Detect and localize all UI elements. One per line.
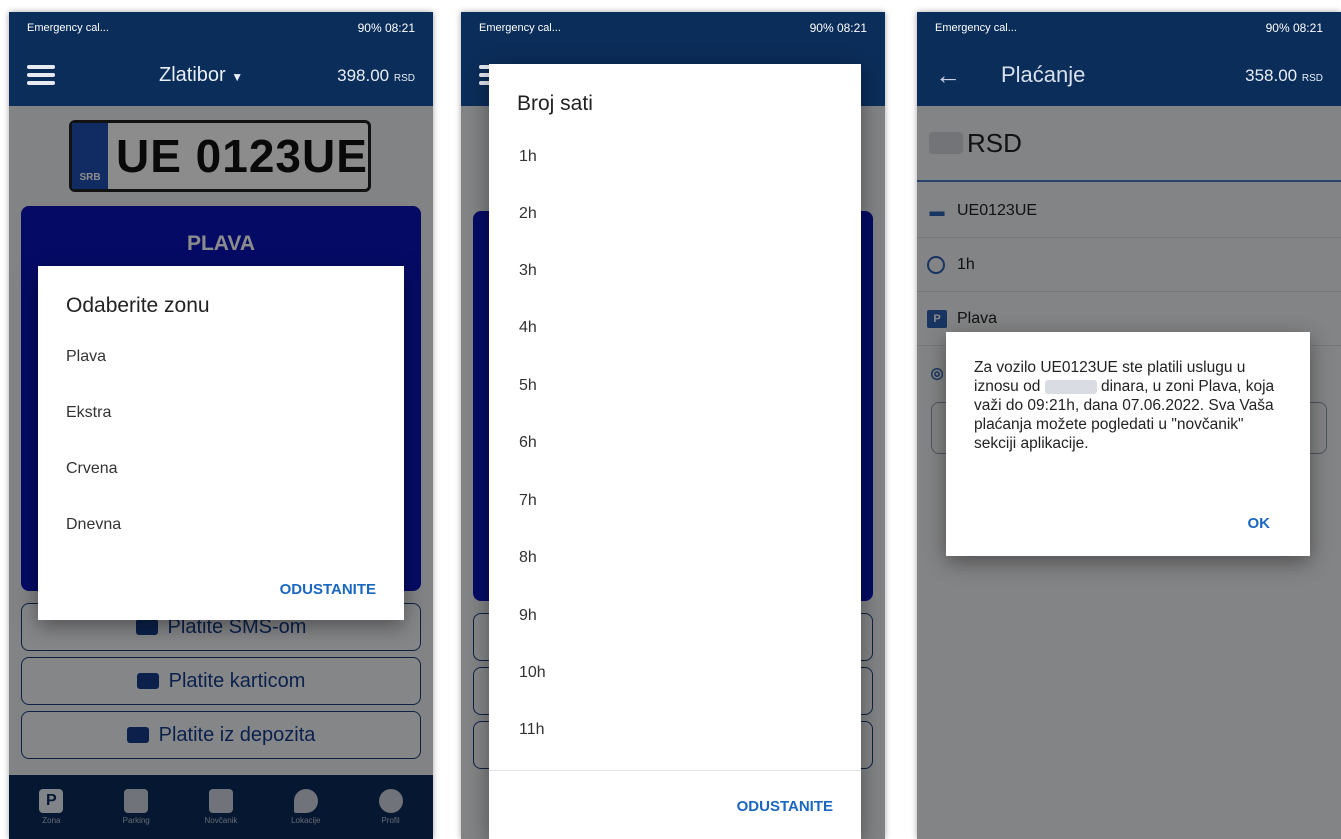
zone-option-crvena[interactable]: Crvena xyxy=(66,460,118,478)
hours-option-1h[interactable]: 1h xyxy=(519,148,537,166)
chevron-down-icon: ▼ xyxy=(231,70,244,84)
status-right: 90% 08:21 xyxy=(1265,21,1323,35)
hours-dialog: Broj sati 1h 2h 3h 4h 5h 6h 7h 8h 9h 10h… xyxy=(489,64,861,839)
dialog-title: Broj sati xyxy=(517,92,593,115)
back-arrow-icon[interactable]: ← xyxy=(935,60,961,91)
dialog-title: Odaberite zonu xyxy=(66,294,210,317)
balance: 358.00 RSD xyxy=(1245,66,1323,86)
balance: 398.00 RSD xyxy=(337,66,415,86)
status-right: 90% 08:21 xyxy=(357,21,415,35)
ok-button[interactable]: OK xyxy=(1248,515,1271,532)
status-bar: Emergency cal... 90% 08:21 xyxy=(917,12,1341,44)
main-screen: RSD ▬ UE0123UE 1h P Plava ◎ Za vozilo UE01… xyxy=(917,106,1341,839)
status-bar: Emergency cal... 90% 08:21 xyxy=(9,12,433,44)
phone-zone-select: Emergency cal... 90% 08:21 Zlatibor ▼ 39… xyxy=(9,12,433,839)
balance-currency: RSD xyxy=(1301,73,1323,84)
status-left: Emergency cal... xyxy=(479,22,561,34)
hours-option-7h[interactable]: 7h xyxy=(519,492,537,510)
hours-option-11h[interactable]: 11h xyxy=(519,721,545,739)
app-bar: ← Plaćanje 358.00 RSD xyxy=(917,44,1341,106)
cancel-button[interactable]: ODUSTANITE xyxy=(280,581,376,598)
city-selector[interactable]: Zlatibor ▼ xyxy=(159,64,243,87)
app-bar: Zlatibor ▼ 398.00 RSD xyxy=(9,44,433,106)
balance-value: 358.00 xyxy=(1245,66,1298,85)
status-right: 90% 08:21 xyxy=(809,21,867,35)
city-label: Zlatibor xyxy=(159,64,226,86)
zone-option-ekstra[interactable]: Ekstra xyxy=(66,404,111,422)
hours-option-4h[interactable]: 4h xyxy=(519,319,537,337)
dialog-message: Za vozilo UE0123UE ste platili uslugu u … xyxy=(974,358,1290,453)
menu-icon[interactable] xyxy=(27,65,55,85)
hours-option-2h[interactable]: 2h xyxy=(519,205,537,223)
zone-option-dnevna[interactable]: Dnevna xyxy=(66,516,121,534)
confirm-dialog: Za vozilo UE0123UE ste platili uslugu u … xyxy=(946,332,1310,556)
hidden-amount xyxy=(1044,379,1097,394)
status-left: Emergency cal... xyxy=(935,22,1017,34)
phone-payment-confirm: Emergency cal... 90% 08:21 ← Plaćanje 35… xyxy=(917,12,1341,839)
hours-option-5h[interactable]: 5h xyxy=(519,377,537,395)
hours-option-10h[interactable]: 10h xyxy=(519,664,546,682)
dialog-divider xyxy=(489,770,861,771)
phone-hours-select: Emergency cal... 90% 08:21 Broj sati 1h … xyxy=(461,12,885,839)
zone-option-plava[interactable]: Plava xyxy=(66,348,106,366)
main-screen: SRB UE 0123UE PLAVA Platite SMS-om Plati… xyxy=(9,106,433,839)
page-title: Plaćanje xyxy=(1001,62,1086,87)
zone-dialog: Odaberite zonu Plava Ekstra Crvena Dnevn… xyxy=(38,266,404,620)
hours-option-3h[interactable]: 3h xyxy=(519,262,537,280)
status-left: Emergency cal... xyxy=(27,22,109,34)
balance-value: 398.00 xyxy=(337,66,390,85)
hours-option-6h[interactable]: 6h xyxy=(519,434,537,452)
cancel-button[interactable]: ODUSTANITE xyxy=(737,798,833,815)
balance-currency: RSD xyxy=(393,73,415,84)
hours-option-8h[interactable]: 8h xyxy=(519,549,537,567)
hours-option-9h[interactable]: 9h xyxy=(519,607,537,625)
status-bar: Emergency cal... 90% 08:21 xyxy=(461,12,885,44)
